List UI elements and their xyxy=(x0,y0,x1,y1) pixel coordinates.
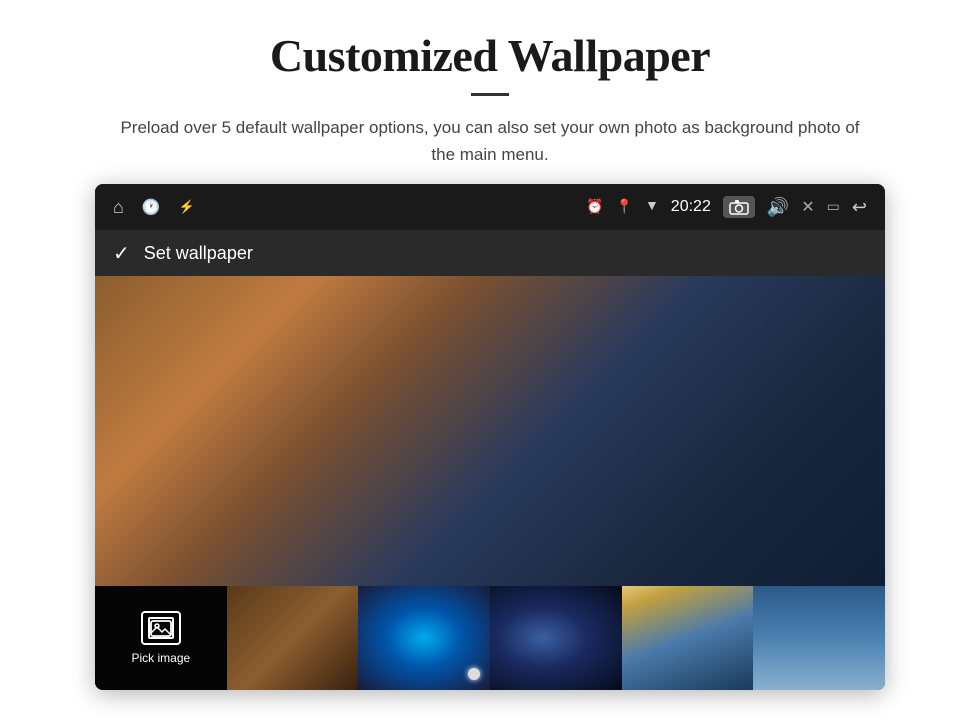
wifi-icon: ▼ xyxy=(645,199,659,215)
title-divider xyxy=(471,93,509,96)
camera-icon[interactable] xyxy=(723,196,755,218)
alarm-icon: ⏰ xyxy=(586,199,603,216)
page-subtitle: Preload over 5 default wallpaper options… xyxy=(110,114,870,168)
status-time: 20:22 xyxy=(671,198,711,216)
wallpaper-preview xyxy=(95,276,885,586)
volume-icon: 🔊 xyxy=(767,197,789,218)
wallpaper-thumb-2[interactable] xyxy=(227,586,359,690)
wallpaper-header: ✓ Set wallpaper xyxy=(95,230,885,276)
pick-image-icon xyxy=(141,611,181,645)
set-wallpaper-label: Set wallpaper xyxy=(144,243,253,264)
device-mockup: ⌂ 🕐 ⚡ ⏰ 📍 ▼ 20:22 🔊 ✕ ▭ ↩ ✓ xyxy=(95,184,885,690)
wallpaper-thumb-5[interactable] xyxy=(622,586,754,690)
thumbnail-strip: Pick image xyxy=(95,586,885,690)
pick-image-thumb[interactable]: Pick image xyxy=(95,586,227,690)
status-bar-right: ⏰ 📍 ▼ 20:22 🔊 ✕ ▭ ↩ xyxy=(586,196,867,218)
clock-icon: 🕐 xyxy=(142,198,161,217)
page-header: Customized Wallpaper Preload over 5 defa… xyxy=(0,0,980,168)
close-icon: ✕ xyxy=(801,197,814,217)
wallpaper-thumb-4[interactable] xyxy=(490,586,622,690)
status-bar-left: ⌂ 🕐 ⚡ xyxy=(113,197,195,218)
location-icon: 📍 xyxy=(616,199,633,216)
page-title: Customized Wallpaper xyxy=(60,30,920,83)
window-icon: ▭ xyxy=(827,199,840,216)
pick-image-label: Pick image xyxy=(131,651,190,665)
status-bar: ⌂ 🕐 ⚡ ⏰ 📍 ▼ 20:22 🔊 ✕ ▭ ↩ xyxy=(95,184,885,230)
home-icon: ⌂ xyxy=(113,197,124,218)
wallpaper-thumb-6[interactable] xyxy=(753,586,885,690)
check-icon: ✓ xyxy=(113,241,130,266)
usb-icon: ⚡ xyxy=(179,199,195,215)
wallpaper-thumb-3[interactable] xyxy=(358,586,490,690)
back-icon: ↩ xyxy=(852,197,867,218)
